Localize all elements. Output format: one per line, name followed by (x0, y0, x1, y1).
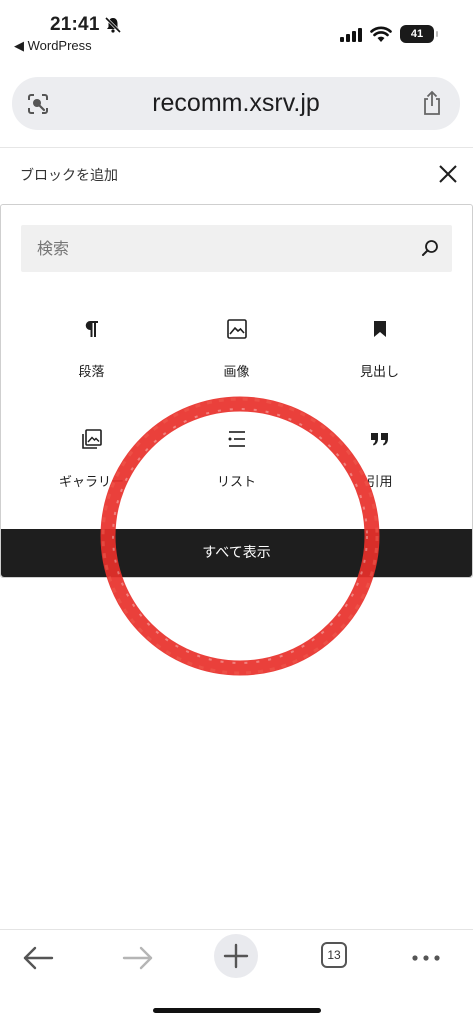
block-item-image[interactable]: 画像 (158, 317, 315, 417)
quote-icon (370, 433, 388, 446)
block-label: 引用 (366, 475, 393, 490)
tab-switcher-button[interactable]: 13 (321, 942, 347, 968)
block-item-heading[interactable]: 見出し (301, 317, 458, 417)
list-icon (228, 431, 245, 447)
search-input[interactable] (21, 225, 443, 272)
close-icon[interactable] (436, 162, 460, 186)
search-icon[interactable] (420, 238, 440, 258)
show-all-button[interactable]: すべて表示 (1, 529, 472, 577)
home-indicator (153, 1008, 321, 1013)
visual-search-icon[interactable] (26, 92, 50, 116)
block-item-quote[interactable]: 引用 (301, 427, 458, 527)
block-label: リスト (216, 475, 256, 490)
block-label: 段落 (78, 365, 105, 380)
share-icon[interactable] (420, 90, 444, 116)
block-search[interactable] (21, 225, 452, 272)
image-icon (226, 319, 247, 339)
block-label: 画像 (223, 365, 250, 380)
block-item-gallery[interactable]: ギャラリー (13, 427, 170, 527)
new-tab-button[interactable] (214, 934, 258, 978)
block-inserter-panel: 段落 画像 見出し ギャラリー リスト (0, 204, 473, 578)
back-to-app-link[interactable]: ◀ WordPress (14, 38, 92, 54)
more-options-icon[interactable] (404, 936, 448, 980)
block-label: ギャラリー (58, 475, 124, 490)
forward-arrow-icon[interactable] (116, 936, 160, 980)
block-item-list[interactable]: リスト (158, 427, 315, 527)
wifi-icon (370, 26, 392, 42)
url-text[interactable]: recomm.xsrv.jp (12, 77, 460, 130)
battery-indicator: 41 (400, 25, 438, 43)
gallery-icon (81, 429, 102, 449)
heading-bookmark-icon (373, 321, 386, 337)
back-arrow-icon[interactable] (16, 936, 60, 980)
cellular-signal-icon (340, 28, 362, 42)
block-item-paragraph[interactable]: 段落 (13, 317, 170, 417)
header-divider (0, 147, 473, 148)
silent-bell-icon (104, 16, 122, 34)
plus-icon (223, 943, 249, 969)
address-bar[interactable]: recomm.xsrv.jp (12, 77, 460, 130)
toolbar-divider (0, 929, 473, 930)
status-time: 21:41 (50, 14, 100, 35)
block-label: 見出し (359, 365, 399, 380)
paragraph-icon (85, 321, 98, 337)
inserter-title: ブロックを追加 (20, 168, 118, 184)
